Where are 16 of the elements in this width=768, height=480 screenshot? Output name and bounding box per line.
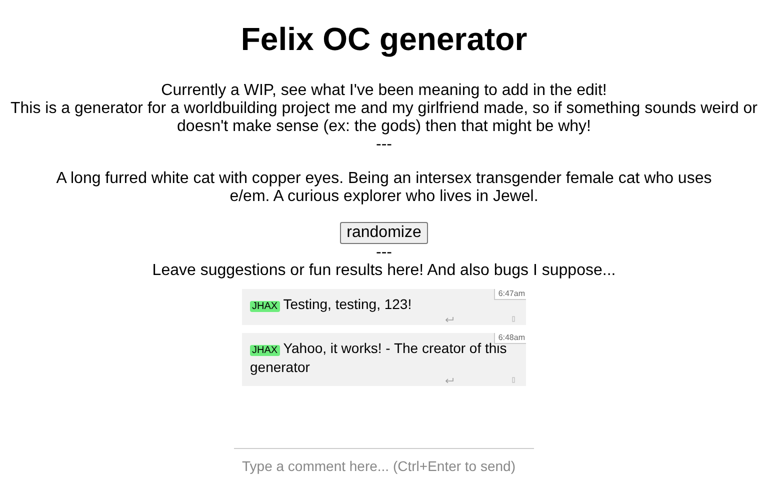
separator-text: ---	[376, 244, 392, 262]
username-tag: JHAX	[250, 301, 280, 312]
prompt-text: Leave suggestions or fun results here! And also bugs I suppose...	[152, 262, 616, 280]
intro-text: ---	[375, 136, 393, 154]
comment-input[interactable]: Type a comment here... (Ctrl+Enter to send)	[234, 448, 534, 480]
username-tag: JHAX	[250, 345, 280, 356]
reply-icon[interactable]	[445, 316, 454, 322]
page-title: Felix OC generator	[240, 21, 528, 58]
intro-text: Currently a WIP, see what I've been meaning to add in the edit!	[160, 82, 608, 100]
comment-text: JHAX Testing, testing, 123!	[250, 296, 413, 314]
comment-time: 6:48am	[494, 333, 526, 344]
intro-text: This is a generator for a worldbuilding project me and my girlfriend made, so if something sounds weird or doesn't make sense (ex: the gods) then that might be why!	[9, 100, 759, 136]
reply-icon[interactable]	[445, 377, 454, 383]
randomize-button[interactable]: randomize	[340, 222, 428, 244]
comment-time: 6:47am	[494, 289, 526, 300]
generated-description: A long furred white cat with copper eyes. Being an intersex transgender female cat who uses e/em. A curious explorer who lives in Jewel.	[55, 170, 713, 206]
